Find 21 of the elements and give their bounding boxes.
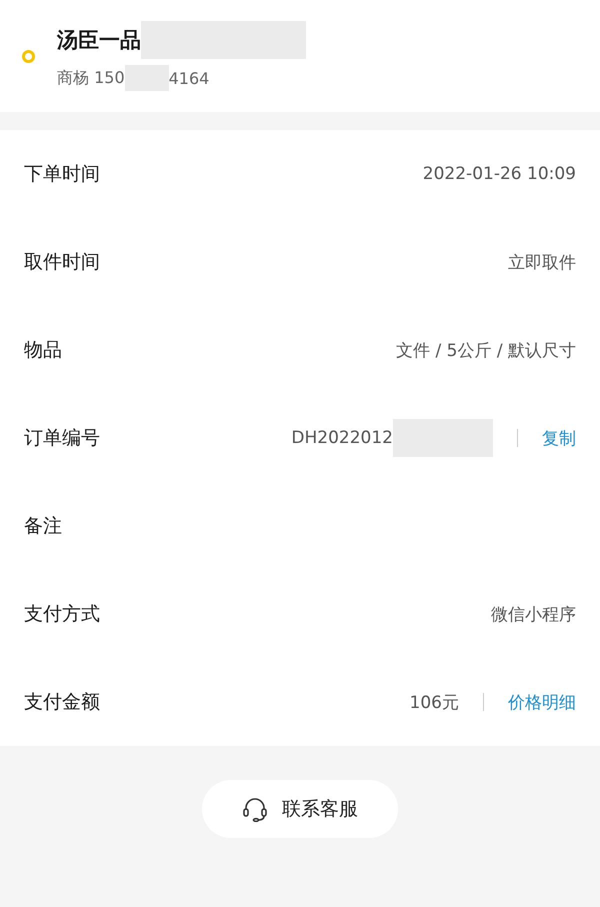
headset-icon (242, 796, 268, 822)
field-label: 支付方式 (24, 602, 101, 627)
field-value: 106元 (410, 692, 459, 714)
field-label: 支付金额 (24, 690, 101, 715)
contact-text: 4164 (168, 68, 210, 88)
field-value: 立即取件 (508, 252, 576, 274)
field-value: 微信小程序 (491, 604, 576, 626)
field-value: 2022-01-26 10:09 (422, 164, 576, 184)
field-label: 物品 (24, 338, 63, 363)
action-link[interactable]: 价格明细 (508, 690, 576, 714)
field-label: 取件时间 (24, 250, 101, 275)
action-link[interactable]: 复制 (542, 426, 576, 450)
location-dot-icon (22, 50, 35, 62)
contact-text: 商杨 150 (57, 68, 125, 88)
field-label: 下单时间 (24, 162, 101, 187)
field-value: 文件 / 5公斤 / 默认尺寸 (396, 340, 576, 362)
field-label: 备注 (24, 514, 63, 539)
field-value: DH2022012 (291, 428, 393, 448)
address-name: 汤臣一品 (57, 27, 141, 54)
support-button[interactable]: 联系客服 (202, 780, 398, 838)
field-label: 订单编号 (24, 426, 101, 451)
